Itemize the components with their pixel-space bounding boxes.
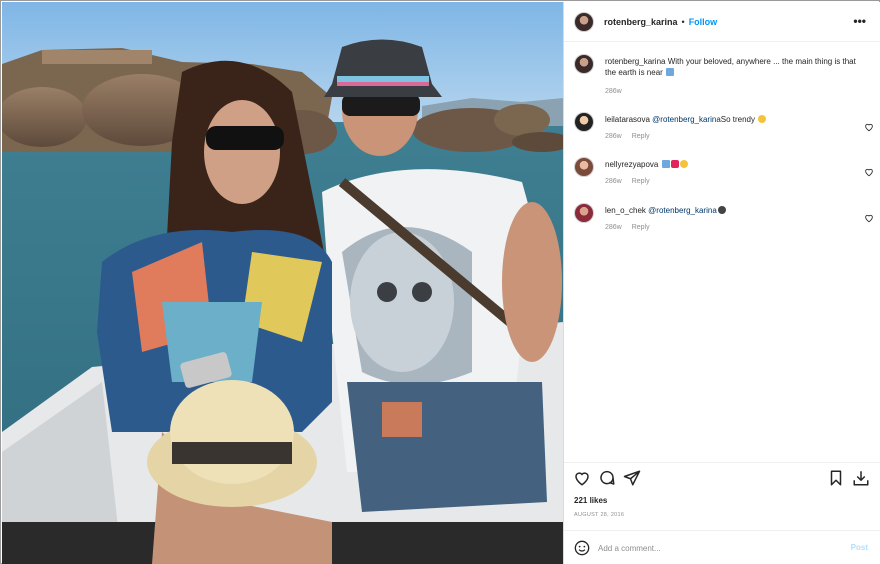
comment-username[interactable]: len_o_chek <box>605 206 646 215</box>
separator-dot: • <box>681 16 685 27</box>
likes-count[interactable]: 221 likes <box>574 496 607 505</box>
comment-age: 286w <box>605 224 622 231</box>
comment-icon[interactable] <box>598 469 616 487</box>
comment-text-block: nellyrezyapova <box>605 159 863 170</box>
comment-like-heart-icon[interactable] <box>864 213 874 223</box>
heart-icon[interactable] <box>573 469 591 487</box>
reply-button[interactable]: Reply <box>632 133 650 140</box>
download-icon[interactable] <box>852 469 870 487</box>
emoji-icon-1 <box>661 160 670 168</box>
reply-button[interactable]: Reply <box>632 224 650 231</box>
instagram-post-window: rotenberg_karina • Follow ••• rotenberg_… <box>0 0 880 564</box>
house-emoji-icon <box>666 68 675 76</box>
caption-avatar[interactable] <box>574 54 594 74</box>
comment-text-block: leilatarasova @rotenberg_karinaSo trendy <box>605 114 863 125</box>
caption-username[interactable]: rotenberg_karina <box>605 57 665 66</box>
post-photo[interactable] <box>2 2 563 564</box>
caption-text-block: rotenberg_karina With your beloved, anyw… <box>605 56 863 78</box>
comment-avatar[interactable] <box>574 157 594 177</box>
share-icon[interactable] <box>623 469 641 487</box>
caption-item: rotenberg_karina With your beloved, anyw… <box>574 50 874 100</box>
comment-meta: 286w Reply <box>605 224 658 231</box>
comment-item: leilatarasova @rotenberg_karinaSo trendy… <box>574 108 874 148</box>
comment-age: 286w <box>605 178 622 185</box>
comment-like-heart-icon[interactable] <box>864 122 874 132</box>
comment-item: nellyrezyapova 286w Reply <box>574 153 874 193</box>
post-header: rotenberg_karina • Follow ••• <box>564 2 880 42</box>
comment-username[interactable]: leilatarasova <box>605 115 650 124</box>
comment-like-heart-icon[interactable] <box>864 167 874 177</box>
comment-mention[interactable]: @rotenberg_karina <box>652 115 721 124</box>
add-comment-bar: Post <box>564 530 880 564</box>
comment-meta: 286w Reply <box>605 178 658 185</box>
reply-button[interactable]: Reply <box>632 178 650 185</box>
bookmark-icon[interactable] <box>827 469 845 487</box>
comment-mention[interactable]: @rotenberg_karina <box>648 206 717 215</box>
cool-emoji-icon <box>758 115 767 123</box>
black-heart-emoji-icon <box>717 206 726 214</box>
smile-emoji-icon <box>679 160 688 168</box>
caption-age: 286w <box>605 88 622 95</box>
author-avatar[interactable] <box>574 11 594 32</box>
comment-avatar[interactable] <box>574 112 594 132</box>
comment-item: len_o_chek @rotenberg_karina 286w Reply <box>574 199 874 239</box>
caption-meta: 286w <box>605 88 630 95</box>
comment-username[interactable]: nellyrezyapova <box>605 160 658 169</box>
comment-input[interactable] <box>598 540 828 556</box>
post-date: AUGUST 28, 2016 <box>574 512 625 518</box>
post-details-pane: rotenberg_karina • Follow ••• rotenberg_… <box>563 2 880 564</box>
comment-text: So trendy <box>720 115 756 124</box>
comment-text-block: len_o_chek @rotenberg_karina <box>605 205 863 216</box>
comment-avatar[interactable] <box>574 203 594 223</box>
comment-meta: 286w Reply <box>605 133 658 140</box>
author-username[interactable]: rotenberg_karina <box>604 17 678 27</box>
comment-age: 286w <box>605 133 622 140</box>
heart-emoji-icon <box>670 160 679 168</box>
photo-illustration <box>2 2 563 564</box>
post-comment-button[interactable]: Post <box>851 543 868 552</box>
follow-button[interactable]: Follow <box>689 17 718 27</box>
more-icon[interactable]: ••• <box>853 14 866 28</box>
emoji-icon[interactable] <box>574 540 590 556</box>
action-bar <box>564 462 880 490</box>
